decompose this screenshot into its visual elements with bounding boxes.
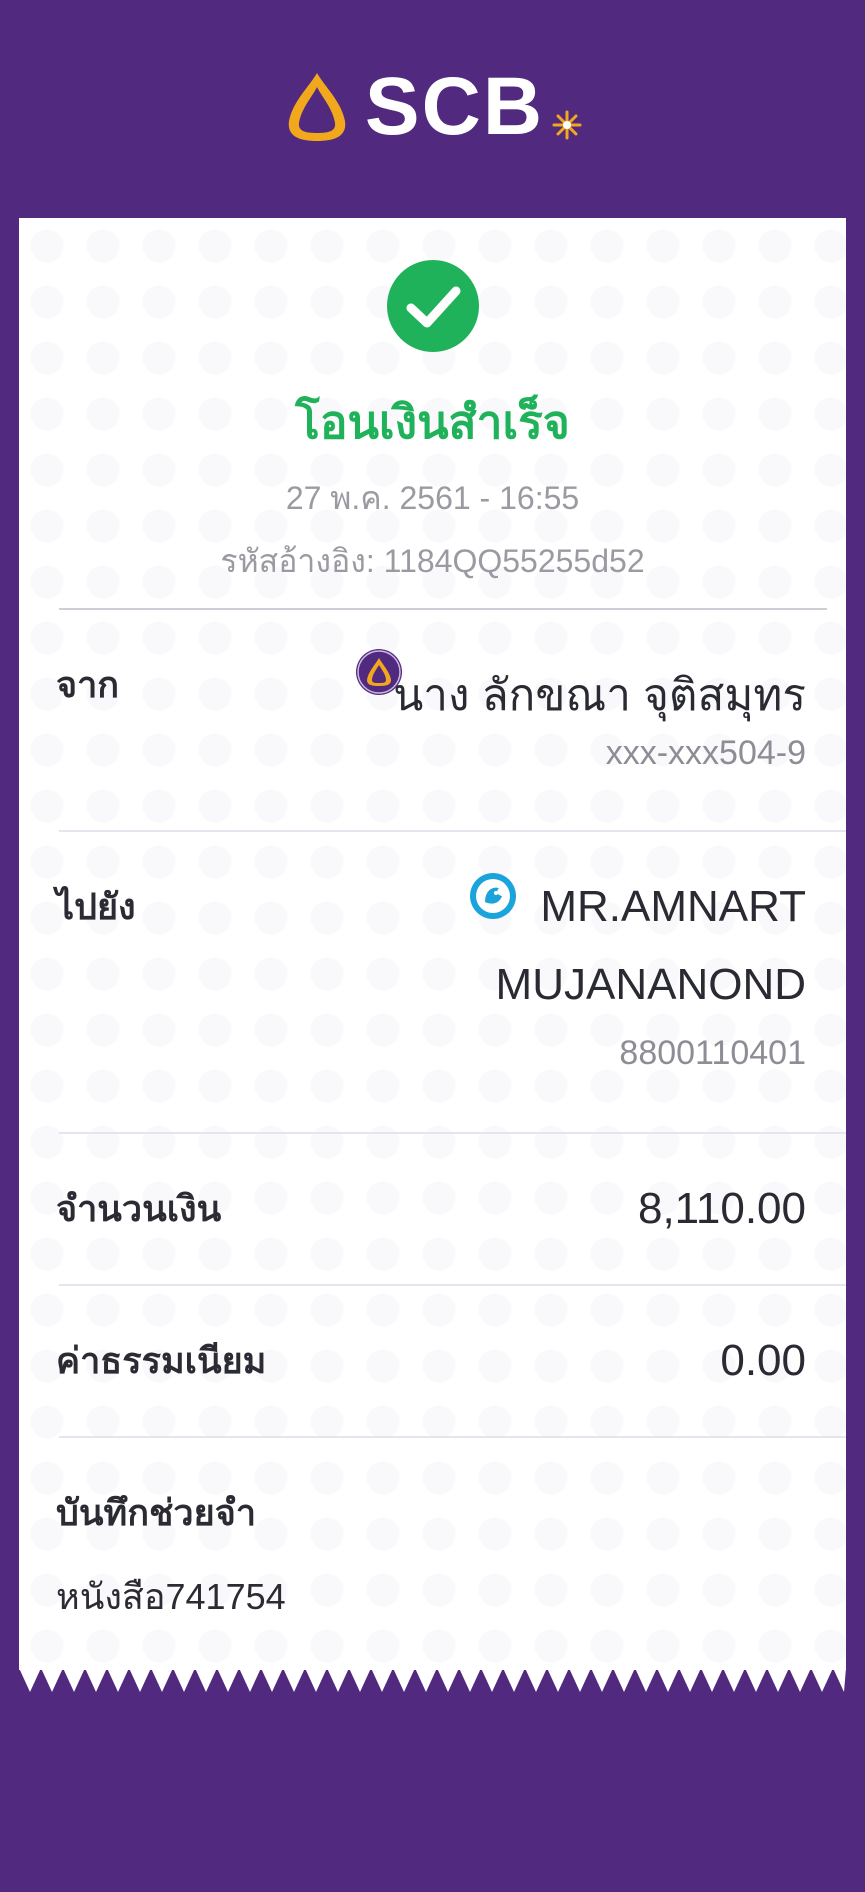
- scb-bell-icon: [288, 73, 346, 141]
- transfer-receipt-card: โอนเงินสำเร็จ 27 พ.ค. 2561 - 16:55 รหัสอ…: [19, 218, 846, 1670]
- divider: [59, 1436, 846, 1438]
- transaction-datetime: 27 พ.ค. 2561 - 16:55: [285, 480, 580, 516]
- memo-value: หนังสือ741754: [56, 1576, 286, 1617]
- transfer-success-title: โอนเงินสำเร็จ: [295, 396, 570, 448]
- recipient-name-line2: MUJANANOND: [495, 960, 806, 1009]
- success-check-icon: [387, 260, 479, 352]
- divider: [59, 608, 827, 610]
- sparkle-icon: [552, 110, 582, 140]
- divider: [59, 1132, 846, 1134]
- memo-label: บันทึกช่วยจำ: [56, 1492, 257, 1533]
- amount-label: จำนวนเงิน: [56, 1188, 222, 1229]
- receipt-torn-edge: [19, 1668, 846, 1692]
- divider: [59, 1284, 846, 1286]
- fee-value: 0.00: [720, 1336, 806, 1385]
- reference-number: รหัสอ้างอิง: 1184QQ55255d52: [220, 543, 645, 579]
- amount-value: 8,110.00: [637, 1184, 806, 1233]
- header: SCB: [0, 0, 865, 218]
- fee-label: ค่าธรรมเนียม: [56, 1340, 267, 1381]
- sender-account: xxx-xxx504-9: [605, 734, 806, 772]
- scb-logo: SCB: [0, 62, 865, 152]
- ktb-icon: [470, 873, 516, 919]
- sender-name: นาง ลักขณา จุติสมุทร: [393, 671, 806, 720]
- divider: [59, 830, 846, 832]
- to-label: ไปยัง: [56, 886, 136, 927]
- recipient-account: 8800110401: [619, 1034, 806, 1072]
- from-label: จาก: [56, 664, 120, 705]
- brand-name: SCB: [364, 61, 545, 152]
- recipient-name-line1: MR.AMNART: [540, 882, 806, 931]
